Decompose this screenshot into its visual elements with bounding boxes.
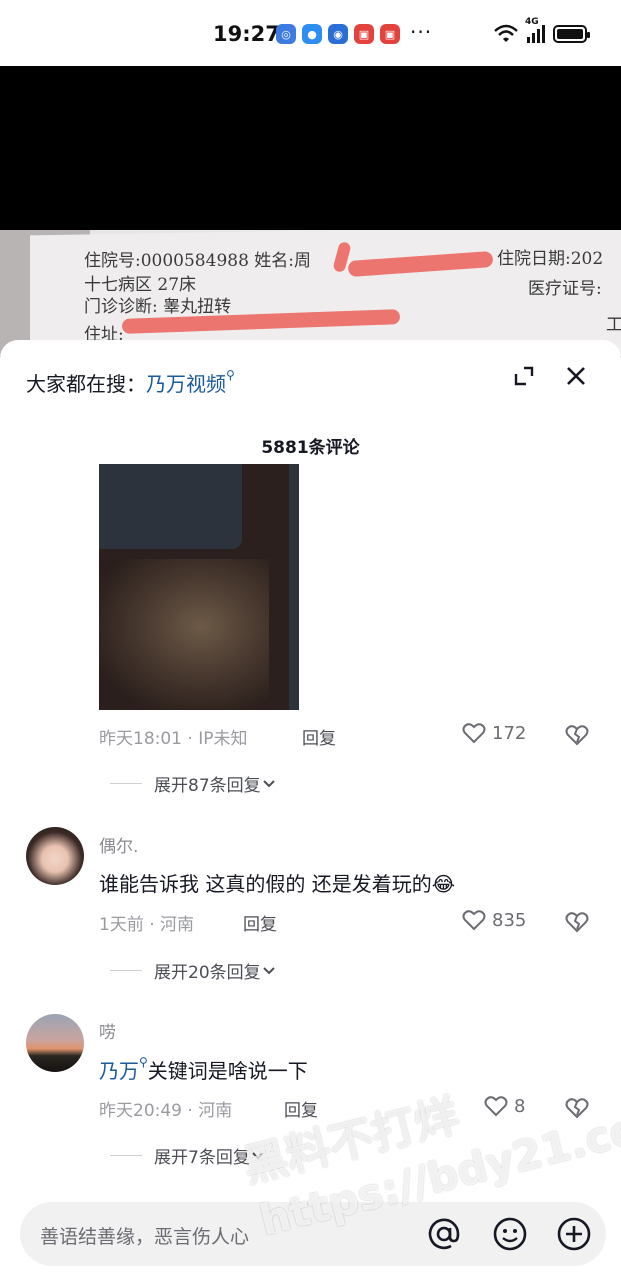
paper-line: 工 <box>606 315 621 335</box>
video-player[interactable]: 住院号:0000584988 姓名:周 住院日期:202 十七病区 27床 医疗… <box>0 66 621 356</box>
emoji-icon[interactable] <box>492 1216 528 1252</box>
comment-sheet: 大家都在搜：乃万视频⚲ 5881条评论 昨天18:01 · IP未知 回复 17… <box>0 340 621 1280</box>
broken-heart-icon[interactable] <box>565 724 589 746</box>
chevron-down-icon <box>252 1151 264 1159</box>
status-time: 19:27 <box>213 22 280 46</box>
search-prefix: 大家都在搜： <box>26 372 146 396</box>
like-button[interactable]: 172 <box>462 722 526 744</box>
reply-button[interactable]: 回复 <box>284 1096 318 1121</box>
broken-heart-icon[interactable] <box>565 911 589 933</box>
expand-icon[interactable] <box>510 362 538 390</box>
comment-username[interactable]: 唠 <box>99 1018 116 1043</box>
paper-line: 住院日期:202 <box>497 249 604 269</box>
heart-icon <box>462 723 486 744</box>
paper-line: 门诊诊断: 睾丸扭转 <box>84 297 232 317</box>
comment-text: 谁能告诉我 这真的假的 还是发着玩的😂 <box>99 868 455 897</box>
expand-label: 展开7条回复 <box>154 1148 250 1168</box>
red-app-icon-2: ▣ <box>380 24 400 44</box>
notification-icons: ◎ ● ◉ ▣ ▣ <box>276 24 400 44</box>
like-button[interactable]: 835 <box>462 909 526 931</box>
like-count: 835 <box>492 909 527 931</box>
mention-icon[interactable] <box>426 1216 462 1252</box>
signal-icon: 4G <box>525 17 545 43</box>
chevron-down-icon <box>262 779 275 787</box>
keyword-link[interactable]: 乃万 <box>99 1059 139 1083</box>
wifi-app-icon: ◎ <box>276 24 296 44</box>
search-keyword[interactable]: 乃万视频 <box>146 372 226 396</box>
expand-replies[interactable]: 展开20条回复 <box>110 958 277 983</box>
search-icon: ⚲ <box>139 1055 148 1069</box>
reply-button[interactable]: 回复 <box>302 724 336 749</box>
expand-replies[interactable]: 展开7条回复 <box>110 1143 266 1168</box>
battery-icon <box>553 25 590 43</box>
expand-label: 展开20条回复 <box>154 963 261 983</box>
trending-search[interactable]: 大家都在搜：乃万视频⚲ <box>26 368 235 397</box>
avatar[interactable] <box>26 827 84 885</box>
search-icon: ⚲ <box>226 368 235 382</box>
chat-app-icon: ● <box>302 24 322 44</box>
comment-meta: 昨天18:01 · IP未知 <box>99 729 248 749</box>
heart-icon <box>462 910 486 931</box>
comment-body: 谁能告诉我 这真的假的 还是发着玩的 <box>99 872 432 896</box>
avatar[interactable] <box>26 1014 84 1072</box>
network-type: 4G <box>525 17 539 27</box>
paper-line: 医疗证号: <box>528 279 602 299</box>
like-count: 172 <box>492 722 527 744</box>
wifi-icon <box>494 24 518 42</box>
browser-app-icon: ◉ <box>328 24 348 44</box>
reply-button[interactable]: 回复 <box>243 910 277 935</box>
laughing-crying-emoji: 😂 <box>431 872 456 896</box>
more-notifications-icon: ··· <box>410 20 433 44</box>
comment-body: 关键词是啥说一下 <box>147 1059 308 1083</box>
system-icons: 4G <box>493 17 590 44</box>
comment-input[interactable]: 善语结善缘，恶言伤人心 <box>40 1222 249 1249</box>
heart-icon <box>484 1096 508 1117</box>
paper-line: 住院号:0000584988 姓名:周 <box>84 251 312 271</box>
status-bar: 19:27 ◎ ● ◉ ▣ ▣ ··· 4G <box>0 0 621 66</box>
comment-text: 乃万⚲关键词是啥说一下 <box>99 1055 308 1084</box>
chevron-down-icon <box>262 966 275 974</box>
expand-label: 展开87条回复 <box>154 776 261 796</box>
close-icon[interactable] <box>562 362 590 390</box>
video-frame-document: 住院号:0000584988 姓名:周 住院日期:202 十七病区 27床 医疗… <box>0 230 621 356</box>
expand-replies[interactable]: 展开87条回复 <box>110 771 277 796</box>
add-icon[interactable] <box>556 1216 592 1252</box>
comment-image[interactable] <box>99 464 299 710</box>
broken-heart-icon[interactable] <box>565 1097 589 1119</box>
comment-count: 5881条评论 <box>261 438 360 458</box>
like-count: 8 <box>514 1095 526 1117</box>
comment-meta: 1天前 · 河南 <box>99 915 195 935</box>
comment-meta: 昨天20:49 · 河南 <box>99 1101 233 1121</box>
red-app-icon: ▣ <box>354 24 374 44</box>
comment-input-bar[interactable]: 善语结善缘，恶言伤人心 <box>20 1202 606 1266</box>
like-button[interactable]: 8 <box>484 1095 525 1117</box>
comment-username[interactable]: 偶尔. <box>99 832 138 857</box>
